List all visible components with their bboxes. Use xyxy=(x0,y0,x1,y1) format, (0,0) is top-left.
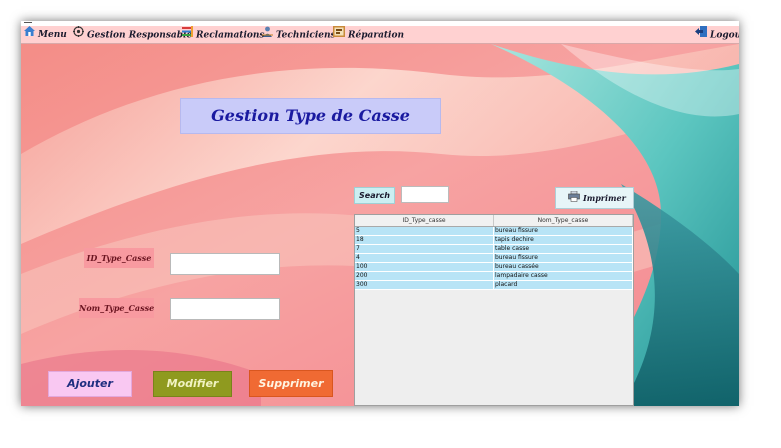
ajouter-button[interactable]: Ajouter xyxy=(48,371,132,397)
type-casse-table[interactable]: ID_Type_casse Nom_Type_casse 5 bureau fis… xyxy=(354,214,634,406)
home-icon xyxy=(24,26,35,43)
page-title: Gestion Type de Casse xyxy=(180,98,441,134)
cell-id: 5 xyxy=(355,227,494,235)
menu-label-gestion-responsable: Gestion Responsable xyxy=(87,30,193,41)
search-input[interactable] xyxy=(401,186,449,203)
settings-icon xyxy=(73,26,84,44)
table-row[interactable]: 200 lampadaire casse xyxy=(355,272,633,281)
menu-item-reclamations[interactable]: Reclamations xyxy=(182,26,264,43)
logout-button[interactable]: Logout xyxy=(695,26,739,43)
minimize-dash-icon[interactable] xyxy=(24,22,32,23)
id-type-casse-label: ID_Type_Casse xyxy=(84,248,154,268)
menu-item-techniciens[interactable]: Techniciens xyxy=(262,26,336,43)
supprimer-button[interactable]: Supprimer xyxy=(249,370,333,397)
modifier-button[interactable]: Modifier xyxy=(153,371,232,397)
cell-id: 18 xyxy=(355,236,494,244)
cell-nom: bureau cassée xyxy=(494,263,633,271)
id-type-casse-input[interactable] xyxy=(170,253,280,275)
menu-bar: Menu Gestion Responsable Reclamations Te… xyxy=(21,26,739,44)
cell-nom: table casse xyxy=(494,245,633,253)
cell-nom: lampadaire casse xyxy=(494,272,633,280)
table-header: ID_Type_casse Nom_Type_casse xyxy=(355,215,633,227)
menu-label-reparation: Réparation xyxy=(348,30,405,41)
menu-item-reparation[interactable]: Réparation xyxy=(333,26,404,43)
column-header-nom[interactable]: Nom_Type_casse xyxy=(494,215,633,226)
menu-label-reclamations: Reclamations xyxy=(196,30,265,41)
nom-type-casse-label: Nom_Type_Casse xyxy=(79,298,154,318)
column-header-id[interactable]: ID_Type_casse xyxy=(355,215,494,226)
cell-id: 7 xyxy=(355,245,494,253)
app-window: Menu Gestion Responsable Reclamations Te… xyxy=(21,21,739,406)
cell-id: 100 xyxy=(355,263,494,271)
imprimer-label: Imprimer xyxy=(583,193,626,203)
menu-label-techniciens: Techniciens xyxy=(276,30,336,41)
list-icon xyxy=(182,26,193,44)
menu-item-menu[interactable]: Menu xyxy=(24,26,67,43)
table-row[interactable]: 100 bureau cassée xyxy=(355,263,633,272)
cell-nom: tapis dechire xyxy=(494,236,633,244)
logout-icon xyxy=(695,26,707,44)
nom-type-casse-input[interactable] xyxy=(170,298,280,320)
cell-id: 300 xyxy=(355,281,494,289)
menu-item-gestion-responsable[interactable]: Gestion Responsable xyxy=(73,26,192,43)
table-row[interactable]: 300 placard xyxy=(355,281,633,290)
imprimer-button[interactable]: Imprimer xyxy=(555,187,634,209)
technician-icon xyxy=(262,26,273,44)
logout-label: Logout xyxy=(710,30,739,41)
cell-nom: bureau fissure xyxy=(494,254,633,262)
cell-id: 4 xyxy=(355,254,494,262)
table-row[interactable]: 18 tapis dechire xyxy=(355,236,633,245)
cell-id: 200 xyxy=(355,272,494,280)
repair-icon xyxy=(333,26,345,44)
table-row[interactable]: 7 table casse xyxy=(355,245,633,254)
printer-icon xyxy=(568,189,580,209)
cell-nom: bureau fissure xyxy=(494,227,633,235)
search-label: Search xyxy=(354,187,395,204)
table-row[interactable]: 5 bureau fissure xyxy=(355,227,633,236)
cell-nom: placard xyxy=(494,281,633,289)
menu-label-menu: Menu xyxy=(38,30,67,40)
table-row[interactable]: 4 bureau fissure xyxy=(355,254,633,263)
